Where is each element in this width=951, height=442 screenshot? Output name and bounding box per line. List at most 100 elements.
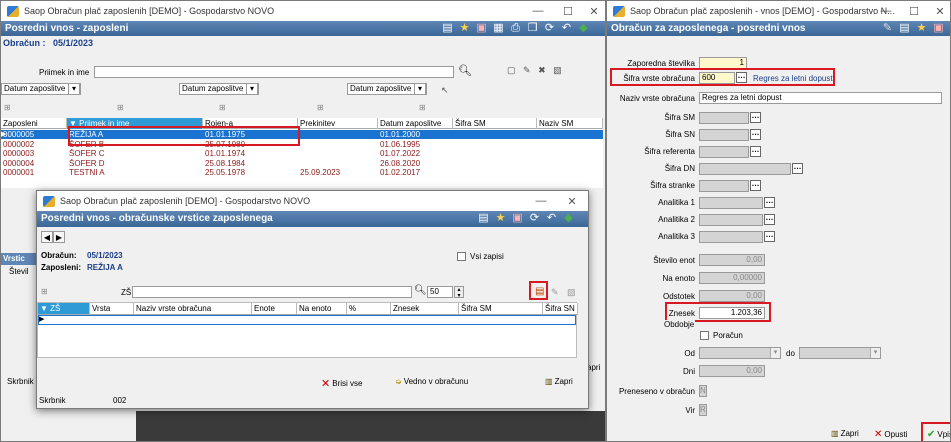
search-icon[interactable]: 🔍︎ (458, 64, 472, 77)
sifra-sm-lookup[interactable]: … (750, 112, 761, 123)
nav-next-button[interactable]: ▶ (53, 231, 65, 243)
vrstice-tab[interactable]: Vrstic (1, 253, 37, 265)
col-sifra-sn[interactable]: Šifra SN (543, 303, 578, 314)
do-select[interactable]: ▾ (799, 347, 881, 359)
date-filter-2-drop[interactable]: ▾ (246, 83, 258, 95)
delete-icon[interactable]: ✖ (538, 65, 546, 75)
an3-input[interactable] (699, 231, 763, 243)
sifra-sn-input[interactable] (699, 129, 749, 141)
na-enoto-input[interactable]: 0,00000 (699, 272, 765, 284)
export-icon[interactable]: ▤ (898, 22, 911, 35)
close-button[interactable]: ✕ (925, 1, 950, 21)
col-prekinitev[interactable]: Prekinitev (298, 118, 378, 129)
nav-prev-button[interactable]: ◀ (41, 231, 53, 243)
zs-input[interactable] (132, 286, 412, 298)
date-filter-3-drop[interactable]: ▾ (414, 83, 426, 95)
exit-icon[interactable]: ◆ (562, 212, 575, 225)
column-filter-icon[interactable]: ⊞ (219, 103, 230, 112)
refresh-icon[interactable]: ⟳ (528, 212, 541, 225)
col-datum-zaposlitve[interactable]: Datum zaposlitve (378, 118, 453, 129)
edit-icon[interactable]: ✎ (551, 287, 559, 298)
stevilo-input[interactable]: 0,00 (699, 254, 765, 266)
favorite-icon[interactable]: ★ (458, 22, 471, 35)
sifra-sm-input[interactable] (699, 112, 749, 124)
col-zaposleni[interactable]: Zaposleni (1, 118, 67, 129)
minimize-button[interactable]: — (871, 1, 901, 21)
sifra-sn-lookup[interactable]: … (750, 129, 761, 140)
date-filter-1-drop[interactable]: ▾ (68, 83, 80, 95)
an2-input[interactable] (699, 214, 763, 226)
new-icon[interactable]: ▢ (507, 65, 516, 75)
col-vrsta[interactable]: Vrsta (90, 303, 134, 314)
count-stepper[interactable]: ▴ ▾ (454, 286, 464, 299)
table-row[interactable]: 0000001 TESTNI A 25.05.1978 25.09.2023 01.02… (1, 168, 603, 177)
undo-icon[interactable]: ↶ (560, 22, 573, 35)
sifra-str-lookup[interactable]: … (750, 180, 761, 191)
dni-input[interactable]: 0,00 (699, 365, 765, 377)
search-input[interactable] (94, 66, 454, 78)
column-filter-icon[interactable]: ⊞ (117, 103, 128, 112)
col-pct[interactable]: % (347, 303, 391, 314)
pdf-icon[interactable]: ▣ (932, 22, 945, 35)
export-icon[interactable]: ▤ (477, 212, 490, 225)
refresh-icon[interactable]: ⟳ (543, 22, 556, 35)
col-enote[interactable]: Enote (252, 303, 297, 314)
naziv-input[interactable]: Regres za letni dopust (699, 92, 942, 104)
sifra-str-input[interactable] (699, 180, 749, 192)
clear-filter-icon[interactable]: ↖ (441, 85, 449, 96)
od-select[interactable]: ▾ (699, 347, 781, 359)
edit-icon[interactable]: ✎ (523, 65, 531, 75)
column-filter-icon[interactable]: ⊞ (317, 103, 328, 112)
col-zs[interactable]: ▼ ZŠ (38, 303, 90, 314)
favorite-icon[interactable]: ★ (494, 212, 507, 225)
column-filter-icon[interactable]: ⊞ (41, 287, 52, 296)
vsi-zapisi-checkbox[interactable] (457, 252, 466, 261)
col-naziv[interactable]: Naziv vrste obračuna (134, 303, 252, 314)
close-button[interactable]: ✕ (579, 1, 605, 21)
view-icon[interactable]: ▧ (567, 287, 576, 298)
count-input[interactable]: 50 (427, 286, 453, 298)
undo-icon[interactable]: ↶ (545, 212, 558, 225)
an2-lookup[interactable]: … (764, 214, 775, 225)
export-icon[interactable]: ▤ (441, 22, 454, 35)
copy-icon[interactable]: ❐ (526, 22, 539, 35)
opusti-button[interactable]: ✕ Opusti (874, 429, 908, 440)
col-naziv-sm[interactable]: Naziv SM (537, 118, 603, 129)
empty-new-row[interactable] (38, 315, 576, 325)
an1-input[interactable] (699, 197, 763, 209)
odstotek-input[interactable]: 0,00 (699, 290, 765, 302)
search-icon[interactable]: 🔍︎ (414, 285, 427, 296)
sifra-ref-input[interactable] (699, 146, 749, 158)
print-icon[interactable]: ⎙ (509, 22, 522, 35)
pdf-icon[interactable]: ▣ (511, 212, 524, 225)
exit-icon[interactable]: ◆ (577, 22, 590, 35)
column-filter-icon[interactable]: ⊞ (4, 103, 15, 112)
column-filter-icon[interactable]: ⊞ (419, 103, 430, 112)
view-icon[interactable]: ▧ (553, 65, 562, 75)
poracun-checkbox[interactable] (700, 331, 709, 340)
col-na-enoto[interactable]: Na enoto (297, 303, 347, 314)
sifra-ref-lookup[interactable]: … (750, 146, 761, 157)
lines-titlebar: Saop Obračun plač zaposlenih [DEMO] - Go… (37, 191, 588, 211)
an1-lookup[interactable]: … (764, 197, 775, 208)
sifra-dn-lookup[interactable]: … (792, 163, 803, 174)
brisi-vse-button[interactable]: ✕ Brisi vse (321, 377, 362, 390)
minimize-button[interactable]: — (523, 1, 553, 21)
sifra-dn-input[interactable] (699, 163, 791, 175)
pdf-icon[interactable]: ▣ (475, 22, 488, 35)
entry-zapri-button[interactable]: ▥ Zapri (831, 429, 859, 438)
table-row[interactable]: 0000003 ŠOFER C 01.01.1974 01.07.2022 (1, 149, 603, 158)
left-zapri-partial[interactable]: apri (587, 363, 600, 372)
vedno-button[interactable]: ➭ Vedno v obračunu (395, 377, 468, 386)
col-sifra-sm[interactable]: Šifra SM (453, 118, 537, 129)
minimize-button[interactable]: — (526, 191, 556, 211)
zapri-button[interactable]: ▥ Zapri (545, 377, 573, 386)
an3-lookup[interactable]: … (764, 231, 775, 242)
print-preview-icon[interactable]: ▦ (492, 22, 505, 35)
col-znesek[interactable]: Znesek (391, 303, 459, 314)
close-button[interactable]: ✕ (557, 191, 587, 211)
favorite-icon[interactable]: ★ (915, 22, 928, 35)
edit-icon[interactable]: ✎ (881, 22, 894, 35)
table-row[interactable]: 0000004 ŠOFER D 25.08.1984 26.08.2020 (1, 159, 603, 168)
col-sifra-sm[interactable]: Šifra SM (459, 303, 543, 314)
